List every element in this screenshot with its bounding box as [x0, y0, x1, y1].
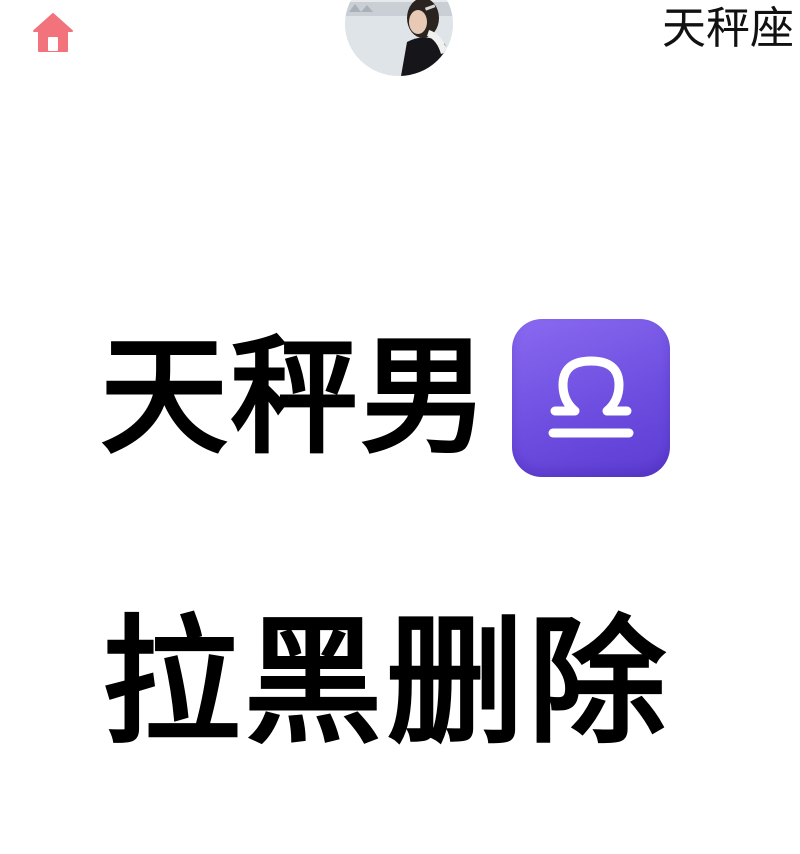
- home-icon: [33, 13, 73, 52]
- home-button[interactable]: [30, 10, 76, 56]
- avatar[interactable]: [345, 0, 453, 76]
- headline-row: 天秤男: [100, 318, 671, 478]
- action-text: 拉黑删除: [102, 602, 671, 763]
- top-label: 天秤座: [662, 3, 794, 54]
- libra-icon: [512, 319, 671, 477]
- profile-photo: [345, 0, 453, 76]
- headline: 天秤男: [100, 323, 491, 472]
